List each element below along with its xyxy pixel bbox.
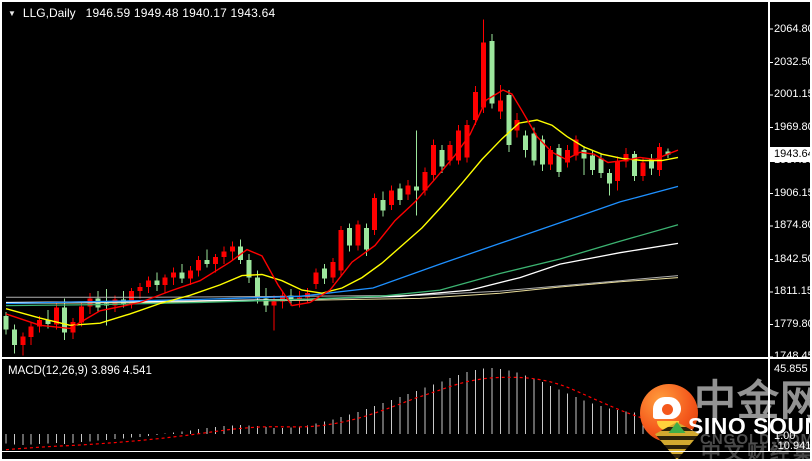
- candle-body: [321, 268, 327, 279]
- ohlc-values: 1946.59 1949.48 1940.17 1943.64: [85, 6, 276, 20]
- candle-body: [397, 188, 403, 200]
- candle-body: [171, 272, 177, 278]
- candle-body: [565, 150, 570, 163]
- candle-body: [137, 287, 143, 292]
- macd-pane-bottom-border: [2, 451, 810, 452]
- candle-body: [229, 246, 235, 252]
- candle-body: [187, 270, 193, 279]
- candle-body: [11, 329, 17, 346]
- candle-body: [62, 307, 68, 333]
- price-tick-label: 1842.50: [774, 252, 812, 265]
- candle-body: [590, 155, 596, 170]
- candle-body: [204, 260, 210, 265]
- current-price-tag: 1943.64: [769, 147, 812, 162]
- candle-body: [606, 172, 612, 184]
- candle-body: [313, 272, 319, 284]
- candle-body: [271, 301, 277, 306]
- candle-body: [430, 144, 436, 175]
- candle-body: [640, 162, 646, 176]
- price-scale-divider[interactable]: [768, 2, 770, 452]
- frame-left: [0, 0, 2, 461]
- candle-body: [338, 229, 344, 271]
- price-tick-label: 1874.80: [774, 219, 812, 232]
- price-tick-label: 1969.80: [774, 120, 812, 133]
- candle-body: [28, 326, 34, 337]
- price-scale: 2064.802032.502001.151969.801937.501906.…: [774, 0, 812, 461]
- chart-canvas[interactable]: [0, 0, 812, 461]
- candle-body: [389, 190, 394, 205]
- price-tick-label: 2064.80: [774, 22, 812, 35]
- candle-body: [372, 197, 378, 230]
- candle-body: [3, 316, 9, 330]
- price-tick-label: 1906.15: [774, 186, 812, 199]
- candle-body: [330, 262, 336, 278]
- candle-body: [556, 148, 562, 172]
- price-tick-label: 1811.15: [774, 285, 812, 298]
- price-tick-label: 2001.15: [774, 88, 812, 101]
- price-tick-label: 1779.80: [774, 317, 812, 330]
- candle-body: [615, 161, 621, 182]
- candle-body: [196, 260, 202, 271]
- macd-indicator-label: MACD(12,26,9) 3.896 4.541: [8, 365, 152, 377]
- candle-body: [598, 158, 604, 173]
- candle-body: [506, 95, 512, 145]
- candle-body: [405, 185, 411, 195]
- macd-scale-min: -10.941: [774, 440, 812, 452]
- symbol-dropdown-icon[interactable]: ▼: [8, 9, 16, 18]
- candle-body: [456, 130, 461, 161]
- candle-body: [414, 186, 420, 191]
- chart-window[interactable]: ▼ LLG,Daily 1946.59 1949.48 1940.17 1943.6…: [0, 0, 812, 461]
- candle-body: [531, 133, 537, 161]
- candle-body: [179, 272, 185, 279]
- candle-body: [213, 256, 218, 265]
- candle-body: [146, 280, 151, 287]
- candle-body: [489, 41, 495, 104]
- pane-separator[interactable]: [2, 357, 810, 359]
- candle-body: [523, 135, 529, 151]
- candle-body: [20, 336, 26, 345]
- candle-body: [355, 224, 361, 246]
- macd-signal-line: [5, 376, 669, 451]
- candle-body: [581, 150, 587, 159]
- symbol-timeframe: LLG,Daily: [22, 6, 76, 20]
- chart-title: ▼ LLG,Daily 1946.59 1949.48 1940.17 1943.6…: [8, 6, 275, 20]
- macd-scale-max: 45.855: [774, 363, 808, 375]
- candle-body: [439, 150, 445, 167]
- candle-body: [363, 227, 369, 250]
- candle-body: [497, 100, 503, 112]
- candle-body: [254, 277, 260, 299]
- price-tick-label: 2032.50: [774, 55, 812, 68]
- candle-body: [347, 227, 353, 246]
- candle-body: [472, 92, 478, 120]
- candle-body: [221, 251, 227, 257]
- frame-top: [0, 0, 812, 2]
- candle-body: [380, 199, 386, 211]
- candle-body: [162, 277, 168, 285]
- candle-body: [481, 42, 487, 108]
- candle-body: [154, 280, 160, 285]
